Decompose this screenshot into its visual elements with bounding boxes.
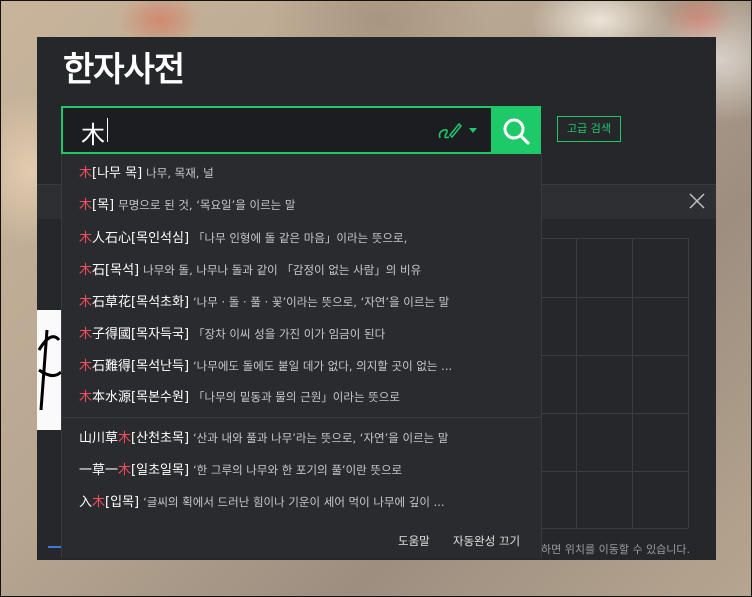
suggestion-item[interactable]: 木石草花[목석초화] ‘나무 · 돌 · 풀 · 꽃’이라는 뜻으로, ‘자연’을… <box>79 292 449 312</box>
stroke-drawing <box>37 329 63 411</box>
divider <box>62 417 541 418</box>
grid-line <box>632 238 633 528</box>
search-input[interactable]: 木 <box>61 106 493 154</box>
suggestion-item[interactable]: 木子得國[목자득국] 「장차 이씨 성을 가진 이가 임금이 된다 <box>79 324 385 344</box>
grid-line <box>540 413 688 414</box>
close-icon[interactable] <box>688 192 706 210</box>
grid-line <box>576 238 577 528</box>
suggestion-item[interactable]: 木石難得[목석난득] ‘나무에도 돌에도 붙일 데가 없다, 의지할 곳이 없는 … <box>79 356 452 376</box>
search-icon <box>503 118 530 145</box>
suggestion-item[interactable]: 山川草木[산천초목] ‘산과 내와 풀과 나무’라는 뜻으로, ‘자연’을 이르는… <box>79 428 448 448</box>
advanced-search-button[interactable]: 고급 검색 <box>557 116 621 142</box>
tab-indicator <box>48 546 62 548</box>
grid-line <box>540 471 688 472</box>
suggestion-item[interactable]: 木本水源[목본수원] 「나무의 밑동과 물의 근원」이라는 뜻으로 <box>79 387 400 407</box>
search-input-value: 木 <box>81 121 105 149</box>
grid-line <box>540 528 688 529</box>
search-button[interactable] <box>491 106 541 154</box>
suggestion-item[interactable]: 入木[입목] ‘글씨의 획에서 드러난 힘이나 기운이 세어 먹이 나무에 깊이 … <box>79 492 445 512</box>
dropdown-footer: 도움말 자동완성 끄기 <box>62 523 541 558</box>
grid-line <box>540 238 688 239</box>
suggestion-item[interactable]: 木石[목석] 나무와 돌, 나무나 돌과 같이 「감정이 없는 사람」의 비유 <box>79 260 421 280</box>
suggestion-item[interactable]: 木人石心[목인석심] 「나무 인형에 돌 같은 마음」이라는 뜻으로, <box>79 228 407 248</box>
page-title: 한자사전 <box>63 50 185 90</box>
drag-hint: 하면 위치를 이동할 수 있습니다. <box>541 543 691 556</box>
handwriting-canvas[interactable] <box>37 310 63 430</box>
grid-line <box>540 297 688 298</box>
grid-line <box>688 238 689 528</box>
grid-line <box>540 355 688 356</box>
suggestion-item[interactable]: 木[목] 무명으로 된 것, ‘목요일’을 이르는 말 <box>79 195 296 215</box>
handwriting-input-icon[interactable] <box>437 120 463 142</box>
suggestion-item[interactable]: 一草一木[일초일목] ‘한 그루의 나무와 한 포기의 풀’이란 뜻으로 <box>79 460 402 480</box>
suggestion-item[interactable]: 木[나무 목] 나무, 목재, 널 <box>79 163 214 183</box>
autocomplete-off-link[interactable]: 자동완성 끄기 <box>453 533 520 549</box>
autocomplete-dropdown: 木[나무 목] 나무, 목재, 널 木[목] 무명으로 된 것, ‘목요일’을 이르… <box>61 154 542 558</box>
stroke-grid <box>540 238 689 528</box>
text-caret <box>107 118 108 142</box>
chevron-down-icon[interactable] <box>469 128 477 133</box>
help-link[interactable]: 도움말 <box>398 533 430 549</box>
